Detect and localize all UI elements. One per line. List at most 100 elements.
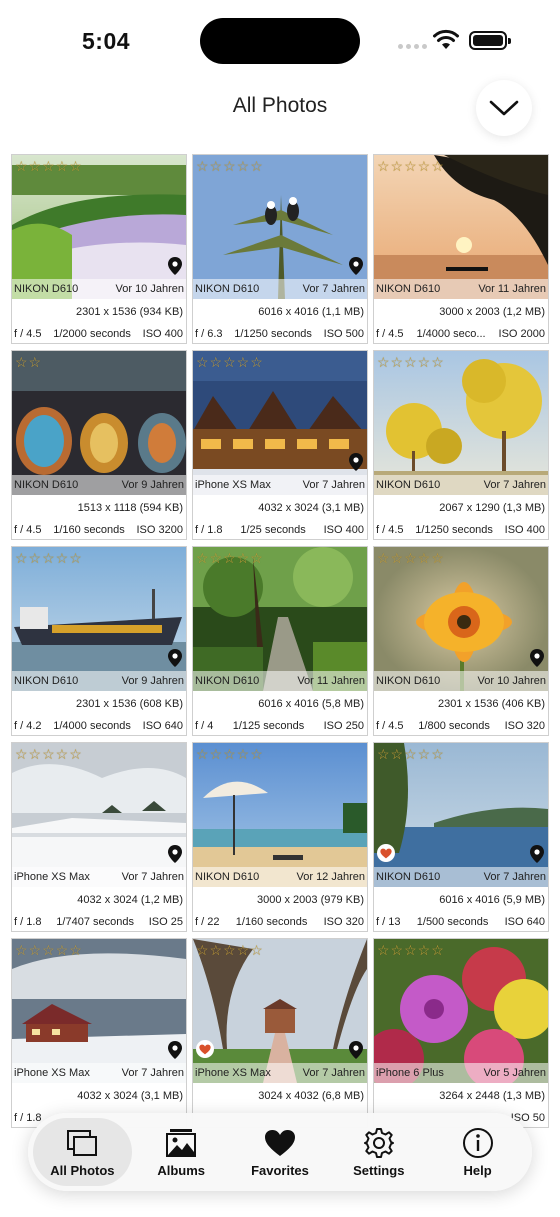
photo-thumbnail[interactable] bbox=[193, 743, 367, 887]
photo-thumbnail[interactable] bbox=[374, 547, 548, 691]
photo-tile[interactable]: ☆☆☆☆☆ NIKON D610 Vor 11 Jahren 3000 x 20… bbox=[373, 154, 549, 344]
rating-stars[interactable]: ☆☆ bbox=[15, 354, 42, 371]
rating-stars[interactable]: ☆☆☆☆☆ bbox=[196, 158, 264, 175]
rating-stars[interactable]: ☆☆☆☆☆ bbox=[15, 158, 83, 175]
photo-tile[interactable]: ☆☆☆☆☆ NIKON D610 Vor 10 Jahren 2301 x 15… bbox=[373, 546, 549, 736]
rating-stars[interactable]: ☆☆☆☆☆ bbox=[377, 354, 445, 371]
photo-meta-overlay: NIKON D610 Vor 9 Jahren bbox=[12, 475, 186, 495]
shutter-speed: 1/500 seconds bbox=[416, 916, 489, 928]
tab-settings[interactable]: Settings bbox=[329, 1118, 428, 1186]
tab-albums[interactable]: Albums bbox=[132, 1118, 231, 1186]
photo-thumbnail[interactable] bbox=[374, 743, 548, 887]
photo-thumbnail[interactable] bbox=[12, 547, 186, 691]
photo-thumbnail[interactable] bbox=[193, 155, 367, 299]
photo-tile[interactable]: ☆☆☆☆☆ NIKON D610 Vor 7 Jahren 6016 x 401… bbox=[192, 154, 368, 344]
photo-age: Vor 11 Jahren bbox=[478, 283, 546, 295]
photo-age: Vor 7 Jahren bbox=[121, 1067, 184, 1079]
rating-stars[interactable]: ☆☆☆☆☆ bbox=[196, 746, 264, 763]
photo-tile[interactable]: ☆☆ NIKON D610 Vor 9 Jahren 1513 x 1118 (… bbox=[11, 350, 187, 540]
photo-tile[interactable]: ☆☆☆☆☆ iPhone XS Max Vor 7 Jahren 3024 x … bbox=[192, 938, 368, 1128]
gear-icon bbox=[363, 1127, 394, 1158]
tab-favorites[interactable]: Favorites bbox=[231, 1118, 330, 1186]
tab-label: Albums bbox=[157, 1162, 206, 1178]
rating-stars[interactable]: ☆☆☆☆☆ bbox=[196, 354, 264, 371]
photo-age: Vor 9 Jahren bbox=[121, 675, 184, 687]
photo-thumbnail[interactable] bbox=[374, 939, 548, 1083]
tab-help[interactable]: Help bbox=[428, 1118, 527, 1186]
rating-stars[interactable]: ☆☆☆☆☆ bbox=[196, 550, 264, 567]
info-icon bbox=[462, 1127, 493, 1158]
camera-model: iPhone XS Max bbox=[14, 871, 90, 883]
rating-stars[interactable]: ☆☆☆☆☆ bbox=[377, 942, 445, 959]
exif-row: f / 1.8 1/7407 seconds ISO 25 bbox=[14, 916, 183, 928]
location-pin-icon bbox=[530, 649, 544, 667]
photo-meta-overlay: NIKON D610 Vor 7 Jahren bbox=[374, 475, 548, 495]
photo-tile[interactable]: ☆☆☆☆☆ NIKON D610 Vor 10 Jahren 2301 x 15… bbox=[11, 154, 187, 344]
photo-thumbnail[interactable] bbox=[12, 155, 186, 299]
photo-tile[interactable]: ☆☆☆☆☆ iPhone 6 Plus Vor 5 Jahren 3264 x … bbox=[373, 938, 549, 1128]
photo-dimensions: 2301 x 1536 (608 KB) bbox=[75, 698, 183, 710]
tab-label: Favorites bbox=[251, 1162, 309, 1178]
exif-row: f / 6.3 1/1250 seconds ISO 500 bbox=[195, 328, 364, 340]
exif-row: f / 4.5 1/2000 seconds ISO 400 bbox=[14, 328, 183, 340]
photo-dimensions: 3000 x 2003 (1,2 MB) bbox=[439, 306, 545, 318]
aperture: f / 4.2 bbox=[14, 720, 42, 732]
location-pin-icon bbox=[530, 845, 544, 863]
signal-dots-icon bbox=[398, 44, 427, 49]
rating-stars[interactable]: ☆☆☆☆☆ bbox=[196, 942, 264, 959]
photo-tile[interactable]: ☆☆☆☆☆ iPhone XS Max Vor 7 Jahren 4032 x … bbox=[192, 350, 368, 540]
photo-thumbnail[interactable] bbox=[12, 351, 186, 495]
photo-tile[interactable]: ☆☆☆☆☆ NIKON D610 Vor 9 Jahren 2301 x 153… bbox=[11, 546, 187, 736]
photo-thumbnail[interactable] bbox=[12, 743, 186, 887]
tab-bar: All Photos Albums Favorites Settings Hel… bbox=[28, 1113, 532, 1191]
iso: ISO 3200 bbox=[136, 524, 183, 536]
aperture: f / 4.5 bbox=[14, 328, 42, 340]
photo-age: Vor 5 Jahren bbox=[483, 1067, 546, 1079]
photo-tile[interactable]: ☆☆☆☆☆ NIKON D610 Vor 11 Jahren 6016 x 40… bbox=[192, 546, 368, 736]
iso: ISO 400 bbox=[504, 524, 545, 536]
photo-thumbnail[interactable] bbox=[12, 939, 186, 1083]
exif-row: f / 4.5 1/800 seconds ISO 320 bbox=[376, 720, 545, 732]
photo-tile[interactable]: ☆☆☆☆☆ NIKON D610 Vor 7 Jahren 2067 x 129… bbox=[373, 350, 549, 540]
photo-dimensions: 3024 x 4032 (6,8 MB) bbox=[258, 1090, 364, 1102]
photo-thumbnail[interactable] bbox=[374, 351, 548, 495]
collapse-button[interactable] bbox=[476, 80, 532, 136]
photo-tile[interactable]: ☆☆☆☆☆ iPhone XS Max Vor 7 Jahren 4032 x … bbox=[11, 742, 187, 932]
photo-meta-overlay: NIKON D610 Vor 11 Jahren bbox=[193, 671, 367, 691]
rating-stars[interactable]: ☆☆☆☆☆ bbox=[377, 158, 445, 175]
camera-model: NIKON D610 bbox=[195, 675, 260, 687]
photo-thumbnail[interactable] bbox=[193, 939, 367, 1083]
camera-model: iPhone 6 Plus bbox=[376, 1067, 444, 1079]
rating-stars[interactable]: ☆☆☆☆☆ bbox=[15, 746, 83, 763]
wifi-icon bbox=[433, 29, 459, 49]
location-pin-icon bbox=[168, 257, 182, 275]
photo-thumbnail[interactable] bbox=[374, 155, 548, 299]
tab-all-photos[interactable]: All Photos bbox=[33, 1118, 132, 1186]
tab-label: Help bbox=[463, 1162, 492, 1178]
rating-stars[interactable]: ☆☆☆☆☆ bbox=[15, 550, 83, 567]
exif-row: f / 13 1/500 seconds ISO 640 bbox=[376, 916, 545, 928]
rating-stars[interactable]: ☆☆☆☆☆ bbox=[377, 550, 445, 567]
photo-age: Vor 7 Jahren bbox=[483, 871, 546, 883]
camera-model: NIKON D610 bbox=[14, 479, 79, 491]
photo-age: Vor 7 Jahren bbox=[302, 283, 365, 295]
photo-tile[interactable]: ☆☆☆☆☆ NIKON D610 Vor 12 Jahren 3000 x 20… bbox=[192, 742, 368, 932]
photo-meta-overlay: iPhone XS Max Vor 7 Jahren bbox=[12, 867, 186, 887]
shutter-speed: 1/4000 seco... bbox=[416, 328, 486, 340]
photo-tile[interactable]: ☆☆☆☆☆ NIKON D610 Vor 7 Jahren 6016 x 401… bbox=[373, 742, 549, 932]
aperture: f / 1.8 bbox=[14, 1112, 42, 1124]
shutter-speed: 1/125 seconds bbox=[232, 720, 305, 732]
location-pin-icon bbox=[349, 257, 363, 275]
photo-dimensions: 6016 x 4016 (1,1 MB) bbox=[258, 306, 364, 318]
location-pin-icon bbox=[349, 453, 363, 471]
photo-thumbnail[interactable] bbox=[193, 547, 367, 691]
rating-stars[interactable]: ☆☆☆☆☆ bbox=[377, 746, 445, 763]
shutter-speed: 1/160 seconds bbox=[53, 524, 125, 536]
photo-meta-overlay: iPhone XS Max Vor 7 Jahren bbox=[193, 475, 367, 495]
aperture: f / 13 bbox=[376, 916, 401, 928]
photo-tile[interactable]: ☆☆☆☆☆ iPhone XS Max Vor 7 Jahren 4032 x … bbox=[11, 938, 187, 1128]
tab-label: All Photos bbox=[50, 1162, 115, 1178]
rating-stars[interactable]: ☆☆☆☆☆ bbox=[15, 942, 83, 959]
photo-thumbnail[interactable] bbox=[193, 351, 367, 495]
photo-meta-overlay: NIKON D610 Vor 10 Jahren bbox=[12, 279, 186, 299]
